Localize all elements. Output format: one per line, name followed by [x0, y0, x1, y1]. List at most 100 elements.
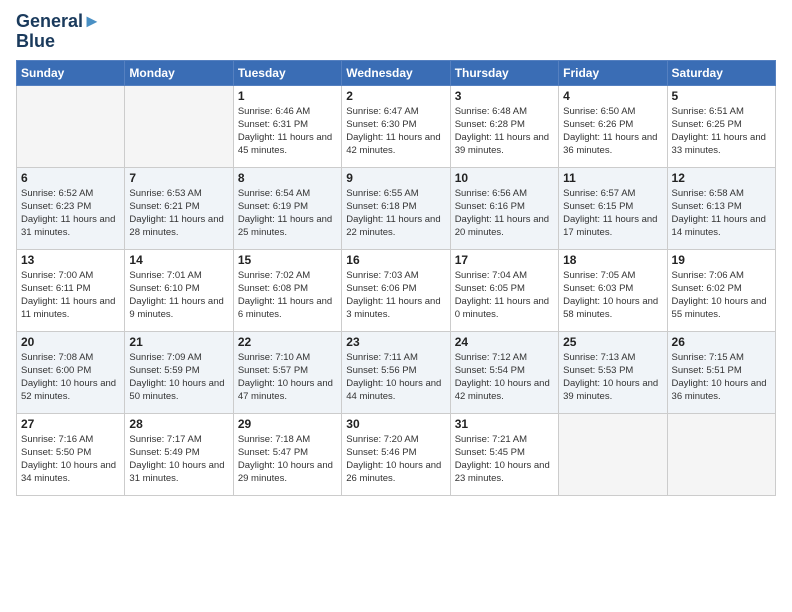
calendar-cell: 7 Sunrise: 6:53 AMSunset: 6:21 PMDaylight…	[125, 167, 233, 249]
calendar-cell	[17, 85, 125, 167]
calendar-cell: 4 Sunrise: 6:50 AMSunset: 6:26 PMDaylight…	[559, 85, 667, 167]
day-number: 12	[672, 171, 771, 185]
day-info: Sunrise: 6:47 AMSunset: 6:30 PMDaylight:…	[346, 105, 445, 158]
day-number: 28	[129, 417, 228, 431]
day-number: 8	[238, 171, 337, 185]
calendar-cell: 8 Sunrise: 6:54 AMSunset: 6:19 PMDaylight…	[233, 167, 341, 249]
weekday-header-sunday: Sunday	[17, 60, 125, 85]
calendar-table: SundayMondayTuesdayWednesdayThursdayFrid…	[16, 60, 776, 496]
day-info: Sunrise: 7:04 AMSunset: 6:05 PMDaylight:…	[455, 269, 554, 322]
day-info: Sunrise: 6:55 AMSunset: 6:18 PMDaylight:…	[346, 187, 445, 240]
calendar-week-row: 13 Sunrise: 7:00 AMSunset: 6:11 PMDayligh…	[17, 249, 776, 331]
day-info: Sunrise: 7:18 AMSunset: 5:47 PMDaylight:…	[238, 433, 337, 486]
calendar-cell: 24Sunrise: 7:12 AMSunset: 5:54 PMDayligh…	[450, 331, 558, 413]
day-number: 31	[455, 417, 554, 431]
day-info: Sunrise: 6:51 AMSunset: 6:25 PMDaylight:…	[672, 105, 771, 158]
day-info: Sunrise: 7:03 AMSunset: 6:06 PMDaylight:…	[346, 269, 445, 322]
calendar-cell	[559, 413, 667, 495]
calendar-cell: 6Sunrise: 6:52 AMSunset: 6:23 PMDaylight…	[17, 167, 125, 249]
calendar-cell: 26Sunrise: 7:15 AMSunset: 5:51 PMDayligh…	[667, 331, 775, 413]
day-number: 5	[672, 89, 771, 103]
calendar-cell: 1 Sunrise: 6:46 AMSunset: 6:31 PMDaylight…	[233, 85, 341, 167]
day-info: Sunrise: 7:01 AMSunset: 6:10 PMDaylight:…	[129, 269, 228, 322]
calendar-cell: 12 Sunrise: 6:58 AMSunset: 6:13 PMDayligh…	[667, 167, 775, 249]
day-info: Sunrise: 7:08 AMSunset: 6:00 PMDaylight:…	[21, 351, 120, 404]
weekday-header-tuesday: Tuesday	[233, 60, 341, 85]
weekday-header-friday: Friday	[559, 60, 667, 85]
calendar-cell: 2 Sunrise: 6:47 AMSunset: 6:30 PMDaylight…	[342, 85, 450, 167]
day-info: Sunrise: 6:54 AMSunset: 6:19 PMDaylight:…	[238, 187, 337, 240]
day-info: Sunrise: 7:10 AMSunset: 5:57 PMDaylight:…	[238, 351, 337, 404]
calendar-cell: 20 Sunrise: 7:08 AMSunset: 6:00 PMDayligh…	[17, 331, 125, 413]
day-number: 27	[21, 417, 120, 431]
calendar-cell: 5 Sunrise: 6:51 AMSunset: 6:25 PMDaylight…	[667, 85, 775, 167]
calendar-week-row: 6Sunrise: 6:52 AMSunset: 6:23 PMDaylight…	[17, 167, 776, 249]
day-info: Sunrise: 6:56 AMSunset: 6:16 PMDaylight:…	[455, 187, 554, 240]
weekday-header-monday: Monday	[125, 60, 233, 85]
day-number: 25	[563, 335, 662, 349]
day-info: Sunrise: 6:53 AMSunset: 6:21 PMDaylight:…	[129, 187, 228, 240]
day-info: Sunrise: 7:02 AMSunset: 6:08 PMDaylight:…	[238, 269, 337, 322]
weekday-header-saturday: Saturday	[667, 60, 775, 85]
day-number: 11	[563, 171, 662, 185]
day-info: Sunrise: 6:50 AMSunset: 6:26 PMDaylight:…	[563, 105, 662, 158]
calendar-cell: 25 Sunrise: 7:13 AMSunset: 5:53 PMDayligh…	[559, 331, 667, 413]
calendar-cell: 31Sunrise: 7:21 AMSunset: 5:45 PMDayligh…	[450, 413, 558, 495]
day-number: 19	[672, 253, 771, 267]
day-info: Sunrise: 7:20 AMSunset: 5:46 PMDaylight:…	[346, 433, 445, 486]
calendar-week-row: 27 Sunrise: 7:16 AMSunset: 5:50 PMDayligh…	[17, 413, 776, 495]
page-header: General►Blue	[16, 12, 776, 52]
logo: General►Blue	[16, 12, 101, 52]
calendar-cell: 18 Sunrise: 7:05 AMSunset: 6:03 PMDayligh…	[559, 249, 667, 331]
day-number: 13	[21, 253, 120, 267]
day-number: 9	[346, 171, 445, 185]
day-number: 26	[672, 335, 771, 349]
day-number: 20	[21, 335, 120, 349]
day-number: 16	[346, 253, 445, 267]
day-number: 21	[129, 335, 228, 349]
calendar-cell: 23 Sunrise: 7:11 AMSunset: 5:56 PMDayligh…	[342, 331, 450, 413]
day-number: 18	[563, 253, 662, 267]
day-info: Sunrise: 6:58 AMSunset: 6:13 PMDaylight:…	[672, 187, 771, 240]
day-number: 15	[238, 253, 337, 267]
day-info: Sunrise: 6:46 AMSunset: 6:31 PMDaylight:…	[238, 105, 337, 158]
day-info: Sunrise: 7:16 AMSunset: 5:50 PMDaylight:…	[21, 433, 120, 486]
calendar-cell: 3Sunrise: 6:48 AMSunset: 6:28 PMDaylight…	[450, 85, 558, 167]
day-info: Sunrise: 7:00 AMSunset: 6:11 PMDaylight:…	[21, 269, 120, 322]
calendar-week-row: 20 Sunrise: 7:08 AMSunset: 6:00 PMDayligh…	[17, 331, 776, 413]
day-info: Sunrise: 7:13 AMSunset: 5:53 PMDaylight:…	[563, 351, 662, 404]
calendar-body: 1 Sunrise: 6:46 AMSunset: 6:31 PMDaylight…	[17, 85, 776, 495]
calendar-cell: 15 Sunrise: 7:02 AMSunset: 6:08 PMDayligh…	[233, 249, 341, 331]
calendar-cell: 29 Sunrise: 7:18 AMSunset: 5:47 PMDayligh…	[233, 413, 341, 495]
day-number: 29	[238, 417, 337, 431]
calendar-cell: 11Sunrise: 6:57 AMSunset: 6:15 PMDayligh…	[559, 167, 667, 249]
day-number: 22	[238, 335, 337, 349]
day-info: Sunrise: 7:09 AMSunset: 5:59 PMDaylight:…	[129, 351, 228, 404]
calendar-cell: 16 Sunrise: 7:03 AMSunset: 6:06 PMDayligh…	[342, 249, 450, 331]
day-number: 2	[346, 89, 445, 103]
calendar-cell: 13 Sunrise: 7:00 AMSunset: 6:11 PMDayligh…	[17, 249, 125, 331]
logo-text: General►Blue	[16, 12, 101, 52]
calendar-cell	[667, 413, 775, 495]
weekday-header-wednesday: Wednesday	[342, 60, 450, 85]
day-info: Sunrise: 7:06 AMSunset: 6:02 PMDaylight:…	[672, 269, 771, 322]
day-number: 7	[129, 171, 228, 185]
calendar-cell: 17Sunrise: 7:04 AMSunset: 6:05 PMDayligh…	[450, 249, 558, 331]
day-number: 14	[129, 253, 228, 267]
day-number: 10	[455, 171, 554, 185]
calendar-cell: 28 Sunrise: 7:17 AMSunset: 5:49 PMDayligh…	[125, 413, 233, 495]
day-number: 24	[455, 335, 554, 349]
day-number: 4	[563, 89, 662, 103]
day-number: 23	[346, 335, 445, 349]
day-info: Sunrise: 6:48 AMSunset: 6:28 PMDaylight:…	[455, 105, 554, 158]
day-info: Sunrise: 7:11 AMSunset: 5:56 PMDaylight:…	[346, 351, 445, 404]
day-info: Sunrise: 7:05 AMSunset: 6:03 PMDaylight:…	[563, 269, 662, 322]
weekday-header-thursday: Thursday	[450, 60, 558, 85]
day-number: 30	[346, 417, 445, 431]
day-info: Sunrise: 6:52 AMSunset: 6:23 PMDaylight:…	[21, 187, 120, 240]
day-info: Sunrise: 7:17 AMSunset: 5:49 PMDaylight:…	[129, 433, 228, 486]
calendar-week-row: 1 Sunrise: 6:46 AMSunset: 6:31 PMDaylight…	[17, 85, 776, 167]
calendar-header-row: SundayMondayTuesdayWednesdayThursdayFrid…	[17, 60, 776, 85]
calendar-cell: 19 Sunrise: 7:06 AMSunset: 6:02 PMDayligh…	[667, 249, 775, 331]
day-number: 1	[238, 89, 337, 103]
